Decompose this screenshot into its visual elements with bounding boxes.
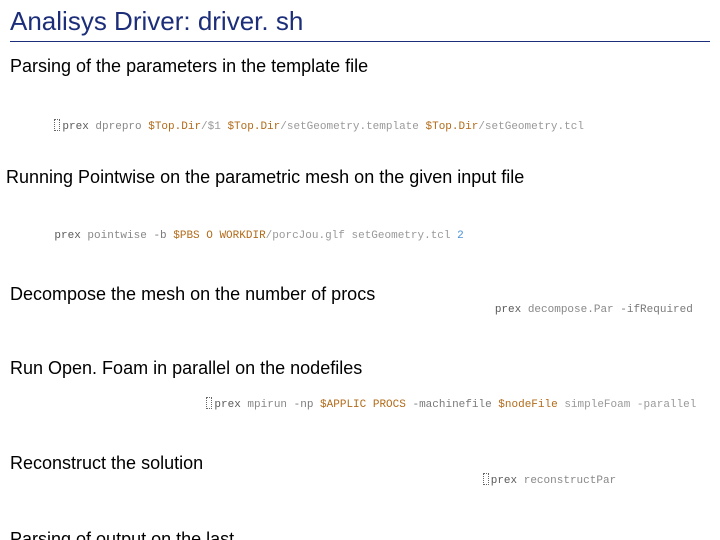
section-6-row: Parsing of output on the last Iteration … bbox=[10, 529, 710, 540]
section-6-code: tail -l $TopDir/forces/0/forces.dat|tr -… bbox=[234, 529, 710, 540]
section-4-code: prex mpirun -np $APPLIC PROCS -machinefi… bbox=[10, 385, 710, 423]
section-2-desc: Running Pointwise on the parametric mesh… bbox=[6, 167, 710, 188]
section-6-desc-block: Parsing of output on the last Iteration bbox=[10, 529, 234, 540]
section-4-desc: Run Open. Foam in parallel on the nodefi… bbox=[10, 358, 710, 379]
section-5-code: prex reconstructPar bbox=[383, 461, 710, 499]
caret-icon bbox=[206, 397, 212, 409]
section-2-code: prex pointwise -b $PBS O WORKDIR/porcJou… bbox=[10, 218, 710, 254]
section-3-row: Decompose the mesh on the number of proc… bbox=[10, 284, 710, 328]
slide-title: Analisys Driver: driver. sh bbox=[10, 6, 710, 42]
slide: Analisys Driver: driver. sh Parsing of t… bbox=[0, 0, 720, 540]
section-3-code: prex decompose.Par -ifRequired bbox=[435, 292, 710, 328]
section-5-desc: Reconstruct the solution bbox=[10, 453, 203, 474]
section-1-desc: Parsing of the parameters in the templat… bbox=[10, 56, 710, 77]
section-1-code: prex dprepro $Top.Dir/$1 $Top.Dir/setGeo… bbox=[10, 107, 710, 145]
section-3-desc: Decompose the mesh on the number of proc… bbox=[10, 284, 375, 305]
section-6-desc-line1: Parsing of output on the last bbox=[10, 529, 234, 540]
caret-icon bbox=[483, 473, 489, 485]
caret-icon bbox=[54, 119, 60, 131]
section-5-row: Reconstruct the solution prex reconstruc… bbox=[10, 453, 710, 499]
